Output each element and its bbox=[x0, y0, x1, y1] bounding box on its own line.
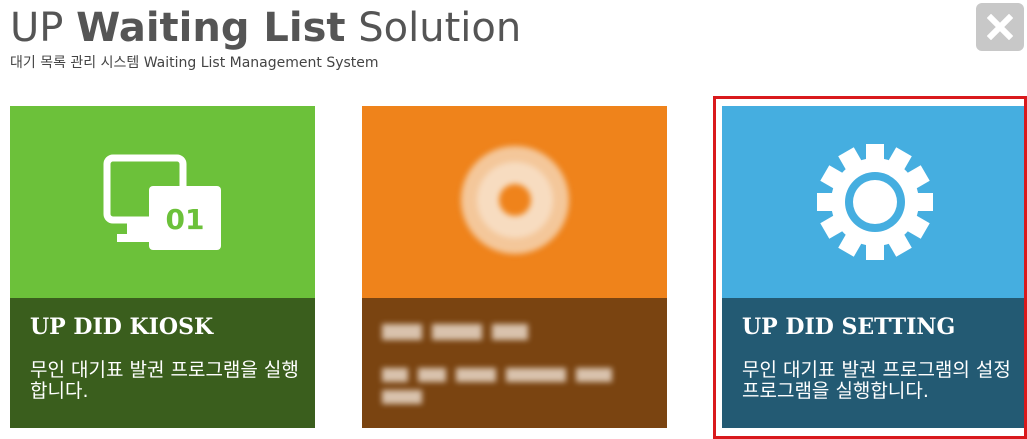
close-button[interactable] bbox=[976, 3, 1024, 51]
tile-setting[interactable]: UP DID SETTING 무인 대기표 발권 프로그램의 설정 프로그램을 … bbox=[722, 106, 1027, 428]
close-icon bbox=[987, 14, 1013, 40]
tile-setting-bottom: UP DID SETTING 무인 대기표 발권 프로그램의 설정 프로그램을 … bbox=[722, 298, 1027, 428]
tile-kiosk[interactable]: 01 UP DID KIOSK 무인 대기표 발권 프로그램을 실행합니다. bbox=[10, 106, 315, 428]
title-suffix: Solution bbox=[358, 5, 522, 51]
tile-kiosk-bottom: UP DID KIOSK 무인 대기표 발권 프로그램을 실행합니다. bbox=[10, 298, 315, 428]
tile-kiosk-top: 01 bbox=[10, 106, 315, 298]
title-bold: Waiting List bbox=[76, 5, 346, 51]
gear-icon bbox=[816, 144, 933, 260]
tile-setting-title: UP DID SETTING bbox=[742, 314, 956, 340]
header: UP Waiting List Solution 대기 목록 관리 시스템 Wa… bbox=[10, 4, 521, 72]
tile-blurred-bottom bbox=[362, 298, 667, 428]
monitor-01-icon: 01 bbox=[103, 154, 221, 250]
blurred-icon bbox=[455, 140, 575, 264]
monitor-01-label: 01 bbox=[165, 203, 204, 236]
tile-kiosk-title: UP DID KIOSK bbox=[30, 314, 214, 340]
title-prefix: UP bbox=[10, 5, 64, 51]
tile-kiosk-description: 무인 대기표 발권 프로그램을 실행합니다. bbox=[30, 359, 299, 402]
tile-setting-description: 무인 대기표 발권 프로그램의 설정 프로그램을 실행합니다. bbox=[742, 359, 1011, 402]
app-subtitle: 대기 목록 관리 시스템 Waiting List Management Sys… bbox=[10, 55, 379, 71]
tile-blurred-top bbox=[362, 106, 667, 298]
tile-blurred[interactable] bbox=[362, 106, 667, 428]
tile-setting-top bbox=[722, 106, 1027, 298]
app-title: UP Waiting List Solution bbox=[10, 4, 521, 52]
